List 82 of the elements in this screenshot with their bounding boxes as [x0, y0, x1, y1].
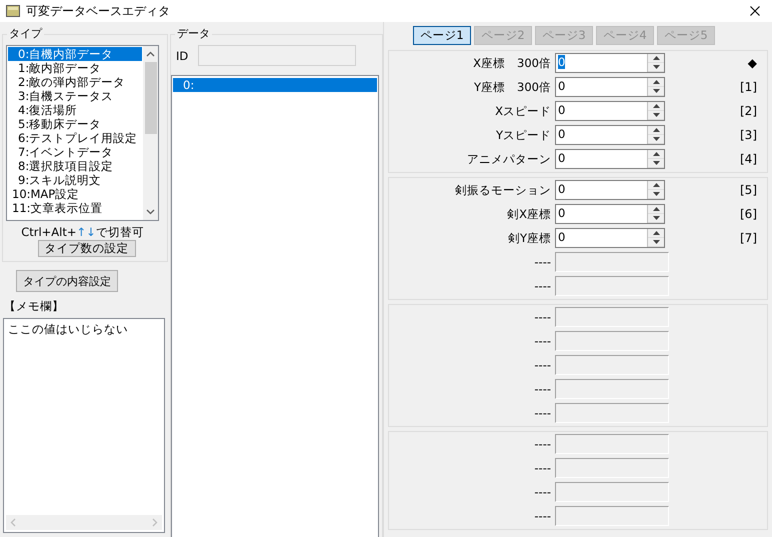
index-marker: [5]: [740, 183, 757, 197]
chevron-up-icon[interactable]: [146, 51, 155, 57]
type-list-item[interactable]: 11:文章表示位置: [8, 201, 142, 215]
close-icon[interactable]: [750, 6, 760, 16]
number-spinner[interactable]: 0: [555, 228, 665, 248]
field-label: Yスピード: [494, 128, 552, 142]
number-spinner[interactable]: 0: [555, 101, 665, 121]
type-list-item[interactable]: 2:敵の弾内部データ: [8, 75, 142, 89]
field-label: ----: [533, 485, 552, 499]
number-spinner[interactable]: 0: [555, 53, 665, 73]
memo-text: ここの値はいじらない: [7, 321, 129, 338]
type-list-item[interactable]: 3:自機ステータス: [8, 89, 142, 103]
spin-up-icon[interactable]: [648, 102, 664, 111]
index-marker: [3]: [740, 128, 757, 142]
type-list-item[interactable]: 5:移動床データ: [8, 117, 142, 131]
index-marker: ◆: [748, 56, 757, 70]
type-list[interactable]: 0:自機内部データ 1:敵内部データ 2:敵の弾内部データ 3:自機ステータス 4:復活場所 5:移動床データ 6:テストプレイ用設定 7:イベントデータ 8:選択肢項目設定 9:スキル説明文 10:MAP設定 11:文章表示位置: [6, 45, 159, 221]
spin-down-icon[interactable]: [648, 159, 664, 168]
type-list-item[interactable]: 0:自機内部データ: [8, 47, 142, 61]
type-list-item[interactable]: 1:敵内部データ: [8, 61, 142, 75]
chevron-down-icon[interactable]: [146, 209, 155, 215]
number-spinner[interactable]: 0: [555, 204, 665, 224]
field-label: ----: [533, 461, 552, 475]
app-icon: [6, 5, 20, 17]
field-label: ----: [533, 334, 552, 348]
spin-down-icon[interactable]: [648, 190, 664, 199]
field-label: ----: [533, 358, 552, 372]
shortcut-hint: Ctrl+Alt+↑↓で切替可: [20, 225, 145, 240]
index-marker: [4]: [740, 152, 757, 166]
spin-up-icon[interactable]: [648, 229, 664, 238]
spin-up-icon[interactable]: [648, 78, 664, 87]
field-label: アニメパターン: [466, 152, 552, 166]
spin-up-icon[interactable]: [648, 126, 664, 135]
number-spinner[interactable]: 0: [555, 180, 665, 200]
spin-down-icon[interactable]: [648, 214, 664, 223]
field-label: X座標 300倍: [472, 56, 552, 70]
index-marker: [2]: [740, 104, 757, 118]
number-spinner[interactable]: 0: [555, 149, 665, 169]
id-label: ID: [176, 48, 188, 62]
field-label: Y座標 300倍: [473, 80, 552, 94]
spin-down-icon[interactable]: [648, 135, 664, 144]
type-list-item[interactable]: 8:選択肢項目設定: [8, 159, 142, 173]
field-label: ----: [533, 406, 552, 420]
data-list[interactable]: 0:: [171, 75, 379, 537]
spin-up-icon[interactable]: [648, 205, 664, 214]
field-label: Xスピード: [494, 104, 552, 118]
index-marker: [1]: [740, 80, 757, 94]
spin-down-icon[interactable]: [648, 111, 664, 120]
vertical-scrollbar[interactable]: [143, 46, 158, 220]
spin-up-icon[interactable]: [648, 150, 664, 159]
number-spinner[interactable]: 0: [555, 125, 665, 145]
number-spinner[interactable]: 0: [555, 77, 665, 97]
group-title: タイプ: [7, 26, 44, 41]
type-list-item[interactable]: 6:テストプレイ用設定: [8, 131, 142, 145]
type-list-item[interactable]: 9:スキル説明文: [8, 173, 142, 187]
field-label: 剣X座標: [506, 206, 552, 222]
window-title: 可変データベースエディタ: [26, 2, 171, 20]
field-label: ----: [533, 382, 552, 396]
memo-label: 【メモ欄】: [4, 299, 65, 314]
memo-field[interactable]: ここの値はいじらない: [3, 318, 165, 533]
field-label: ----: [533, 310, 552, 324]
spin-down-icon[interactable]: [648, 87, 664, 96]
type-list-item[interactable]: 4:復活場所: [8, 103, 142, 117]
field-label: 剣振るモーション: [454, 182, 552, 198]
spin-up-icon[interactable]: [648, 181, 664, 190]
spin-down-icon[interactable]: [648, 63, 664, 72]
index-marker: [7]: [740, 231, 757, 245]
spin-up-icon[interactable]: [648, 54, 664, 63]
group-title: データ: [175, 26, 212, 41]
field-label: 剣Y座標: [506, 230, 552, 246]
type-content-button[interactable]: タイプの内容設定: [16, 270, 118, 292]
data-list-item[interactable]: 0:: [173, 78, 377, 92]
index-marker: [6]: [740, 207, 757, 221]
spin-down-icon[interactable]: [648, 238, 664, 247]
field-label: ----: [533, 255, 552, 269]
type-list-item[interactable]: 10:MAP設定: [8, 187, 142, 201]
field-label: ----: [533, 509, 552, 523]
field-label: ----: [533, 279, 552, 293]
type-count-button[interactable]: タイプ数の設定: [38, 240, 136, 257]
type-list-item[interactable]: 7:イベントデータ: [8, 145, 142, 159]
page-tab[interactable]: ページ1: [413, 26, 471, 45]
field-label: ----: [533, 437, 552, 451]
